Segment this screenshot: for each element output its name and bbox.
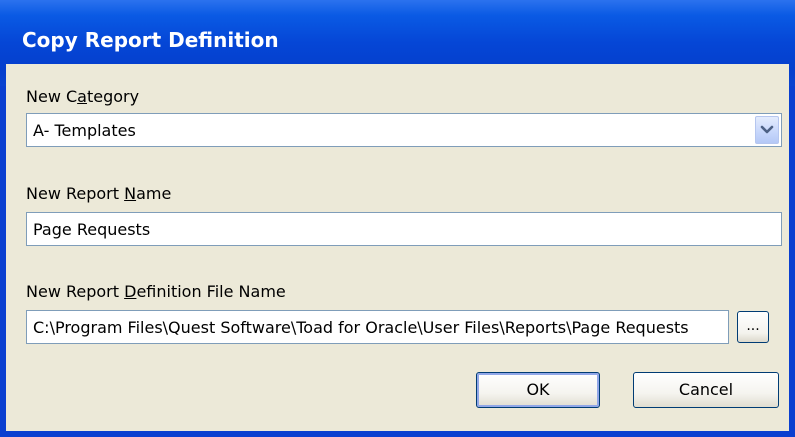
file-name-input[interactable]: C:\Program Files\Quest Software\Toad for… [26, 310, 729, 344]
ok-button[interactable]: OK [476, 372, 600, 408]
category-select-value: A- Templates [33, 121, 136, 140]
new-report-definition-file-name-label: New Report Definition File Name [26, 282, 286, 301]
dialog-body: New Category A- Templates New Report Nam… [6, 64, 789, 431]
chevron-down-icon [760, 125, 774, 134]
browse-button[interactable]: ... [737, 311, 769, 343]
dialog-window: Copy Report Definition New Category A- T… [0, 0, 795, 437]
new-report-name-label: New Report Name [26, 184, 172, 203]
file-name-value: C:\Program Files\Quest Software\Toad for… [33, 318, 689, 337]
cancel-button[interactable]: Cancel [633, 372, 779, 408]
category-dropdown-button[interactable] [755, 116, 779, 144]
category-select[interactable]: A- Templates [26, 113, 782, 147]
report-name-input[interactable]: Page Requests [26, 212, 782, 246]
new-category-label: New Category [26, 87, 140, 106]
dialog-title: Copy Report Definition [22, 28, 279, 52]
report-name-value: Page Requests [33, 220, 151, 239]
